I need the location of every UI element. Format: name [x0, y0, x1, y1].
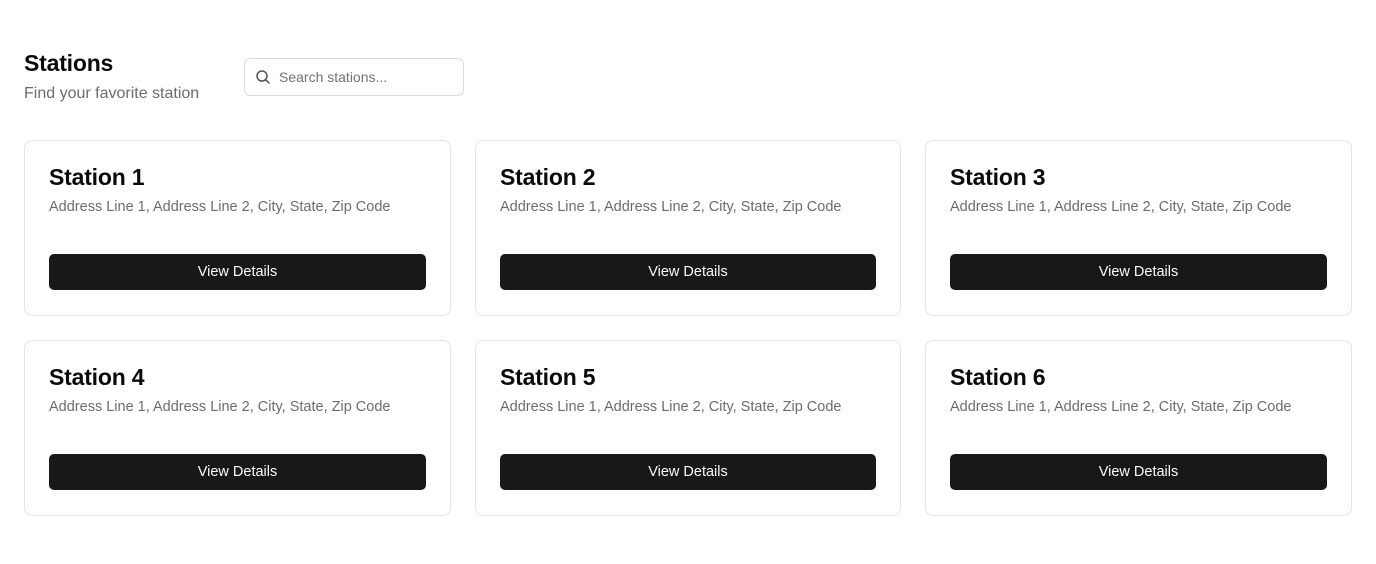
station-address: Address Line 1, Address Line 2, City, St…: [49, 199, 391, 215]
station-name: Station 1: [49, 164, 145, 190]
station-address: Address Line 1, Address Line 2, City, St…: [950, 199, 1292, 215]
stations-page: Stations Find your favorite station Stat…: [0, 0, 1376, 564]
station-address: Address Line 1, Address Line 2, City, St…: [49, 399, 391, 415]
station-name: Station 2: [500, 164, 596, 190]
station-card: Station 4 Address Line 1, Address Line 2…: [24, 340, 451, 516]
search-icon: [255, 69, 271, 85]
page-header: Stations Find your favorite station: [24, 48, 464, 105]
search-box[interactable]: [244, 58, 464, 96]
station-address: Address Line 1, Address Line 2, City, St…: [950, 399, 1292, 415]
station-name: Station 5: [500, 364, 596, 390]
page-subtitle: Find your favorite station: [24, 85, 200, 102]
station-name: Station 3: [950, 164, 1046, 190]
station-card: Station 1 Address Line 1, Address Line 2…: [24, 140, 451, 316]
station-card: Station 2 Address Line 1, Address Line 2…: [475, 140, 901, 316]
station-address: Address Line 1, Address Line 2, City, St…: [500, 399, 842, 415]
search-input[interactable]: [279, 69, 453, 85]
station-card: Station 3 Address Line 1, Address Line 2…: [925, 140, 1352, 316]
view-details-button[interactable]: View Details: [500, 454, 876, 490]
station-name: Station 6: [950, 364, 1046, 390]
view-details-button[interactable]: View Details: [49, 454, 426, 490]
view-details-button[interactable]: View Details: [500, 254, 876, 290]
station-address: Address Line 1, Address Line 2, City, St…: [500, 199, 842, 215]
page-title: Stations: [24, 50, 114, 76]
station-grid: Station 1 Address Line 1, Address Line 2…: [24, 140, 1352, 516]
station-card: Station 6 Address Line 1, Address Line 2…: [925, 340, 1352, 516]
station-name: Station 4: [49, 364, 145, 390]
station-card: Station 5 Address Line 1, Address Line 2…: [475, 340, 901, 516]
view-details-button[interactable]: View Details: [950, 254, 1327, 290]
title-block: Stations Find your favorite station: [24, 48, 244, 105]
view-details-button[interactable]: View Details: [49, 254, 426, 290]
view-details-button[interactable]: View Details: [950, 454, 1327, 490]
